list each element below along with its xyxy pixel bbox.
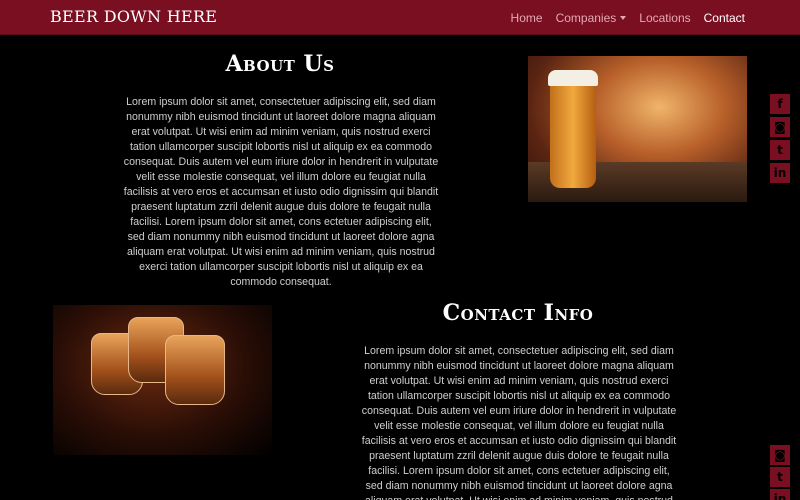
linkedin-icon[interactable]: in <box>770 163 790 183</box>
about-text: Lorem ipsum dolor sit amet, consectetuer… <box>123 96 439 288</box>
twitter-icon[interactable]: t <box>770 140 790 160</box>
beer-foam <box>548 70 598 86</box>
nav-contact[interactable]: Contact <box>704 11 745 25</box>
linkedin-icon[interactable]: in <box>770 489 790 500</box>
caret-down-icon <box>620 15 627 20</box>
about-title: About Us <box>225 51 335 77</box>
main-nav: Home Companies Locations Contact <box>498 0 745 35</box>
beer-toast-photo <box>53 305 272 455</box>
nav-locations[interactable]: Locations <box>639 11 690 25</box>
nav-companies[interactable]: Companies <box>556 11 627 25</box>
beer-glass-photo <box>528 56 747 202</box>
facebook-icon[interactable]: f <box>770 94 790 114</box>
brand-logo[interactable]: BEER DOWN HERE <box>50 7 217 26</box>
instagram-icon[interactable]: ◙ <box>770 117 790 137</box>
top-navbar: BEER DOWN HERE Home Companies Locations … <box>0 0 800 35</box>
nav-home[interactable]: Home <box>511 11 543 25</box>
contact-text: Lorem ipsum dolor sit amet, consectetuer… <box>361 345 677 500</box>
contact-title: Contact Info <box>442 300 594 326</box>
beer-glass <box>550 78 596 188</box>
nav-companies-label: Companies <box>555 10 617 25</box>
toast-glass-3 <box>165 335 225 405</box>
twitter-icon[interactable]: t <box>770 467 790 487</box>
instagram-icon[interactable]: ◙ <box>770 445 790 465</box>
